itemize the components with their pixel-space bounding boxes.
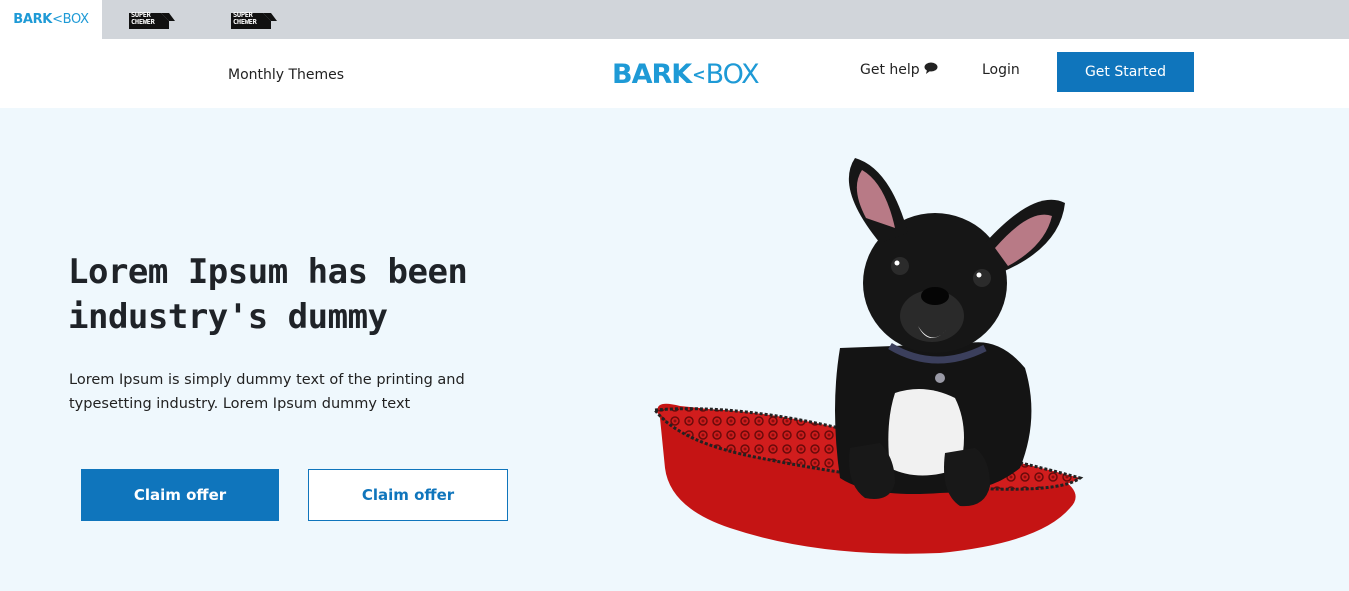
get-started-button[interactable]: Get Started: [1057, 52, 1194, 92]
brand-tab-super-chewer[interactable]: SUPER CHEWER: [128, 0, 178, 39]
site-header: Monthly Themes BARK < BOX Get help Login G…: [0, 39, 1349, 108]
hero-subtitle: Lorem Ipsum is simply dummy text of the …: [69, 372, 465, 412]
dog-on-pillow-image: [640, 148, 1100, 568]
get-help-label: Get help: [860, 62, 920, 78]
claim-offer-outline-button[interactable]: Claim offer: [308, 469, 508, 521]
hero-section: Lorem Ipsum has been industry's dummy Lo…: [0, 108, 1349, 591]
super-chewer-logo: SUPER CHEWER: [231, 11, 279, 29]
nav-login[interactable]: Login: [982, 62, 1020, 78]
brand-tab-super-chewer-2[interactable]: SUPER CHEWER: [230, 0, 280, 39]
barkbox-mini-logo: BARK<BOX: [13, 12, 89, 27]
nav-monthly-themes[interactable]: Monthly Themes: [228, 67, 344, 83]
brand-tab-barkbox[interactable]: BARK<BOX: [0, 0, 102, 39]
barkbox-logo[interactable]: BARK < BOX: [612, 59, 760, 90]
hero-title: Lorem Ipsum has been industry's dummy: [68, 252, 468, 337]
logo-separator: <: [692, 65, 705, 84]
logo-box-text: BOX: [705, 59, 760, 90]
chat-bubble-icon: [924, 62, 938, 78]
logo-bark-text: BARK: [612, 59, 692, 90]
claim-offer-button[interactable]: Claim offer: [81, 469, 279, 521]
super-chewer-logo: SUPER CHEWER: [129, 11, 177, 29]
nav-get-help[interactable]: Get help: [860, 62, 938, 78]
brand-switcher-bar: BARK<BOX SUPER CHEWER SUPER CHEWER: [0, 0, 1349, 39]
